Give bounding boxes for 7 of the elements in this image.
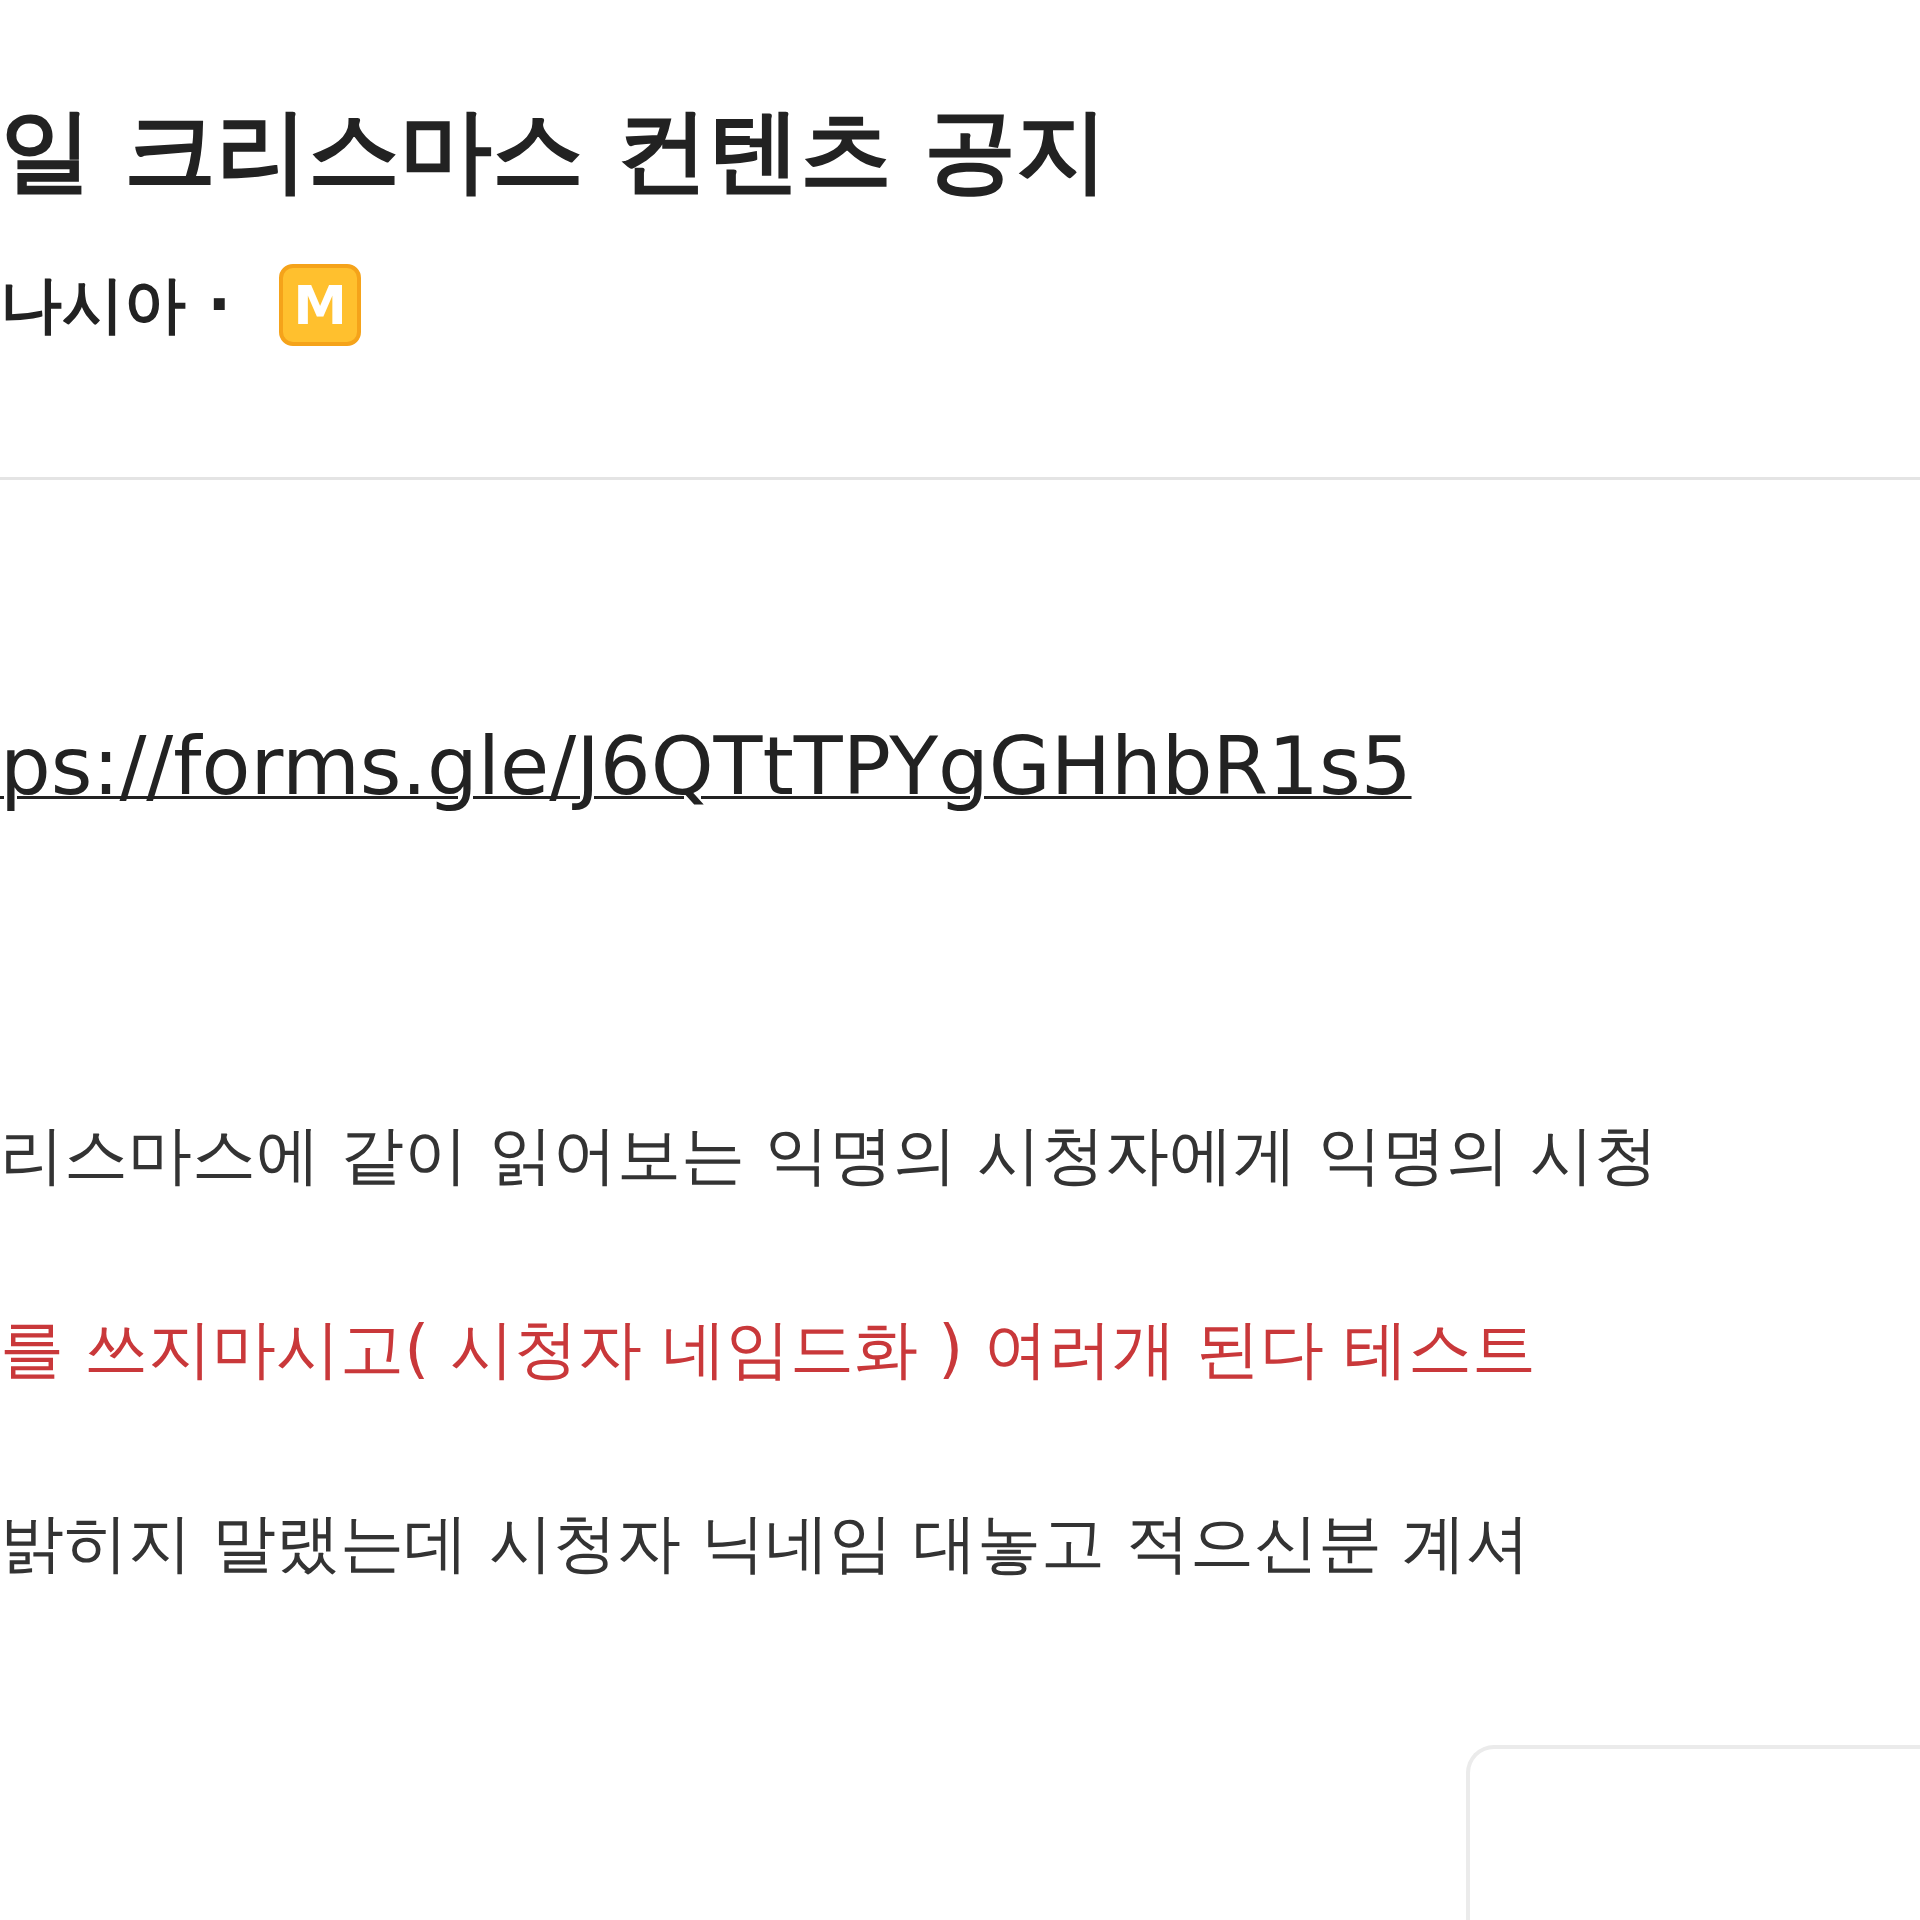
author-name: 나시아 · (0, 267, 232, 344)
form-link[interactable]: ps://forms.gle/J6QTtTPYgGHhbR1s5 (0, 720, 1412, 814)
body-text: 리스마스에 같이 읽어보는 익명의 시청자에게 익명의 시청 (0, 1123, 1660, 1188)
member-badge: M (279, 264, 362, 347)
body-text: 를 쓰지마시고( 시청자 네임드화 ) 여러개 된다 테스트 (0, 1317, 1538, 1382)
post-title: 일 크리스마스 컨텐츠 공지 (0, 100, 1110, 202)
body-text: 밝히지 말랬는데 시청자 닉네임 대놓고 적으신분 계셔 (0, 1511, 1532, 1576)
